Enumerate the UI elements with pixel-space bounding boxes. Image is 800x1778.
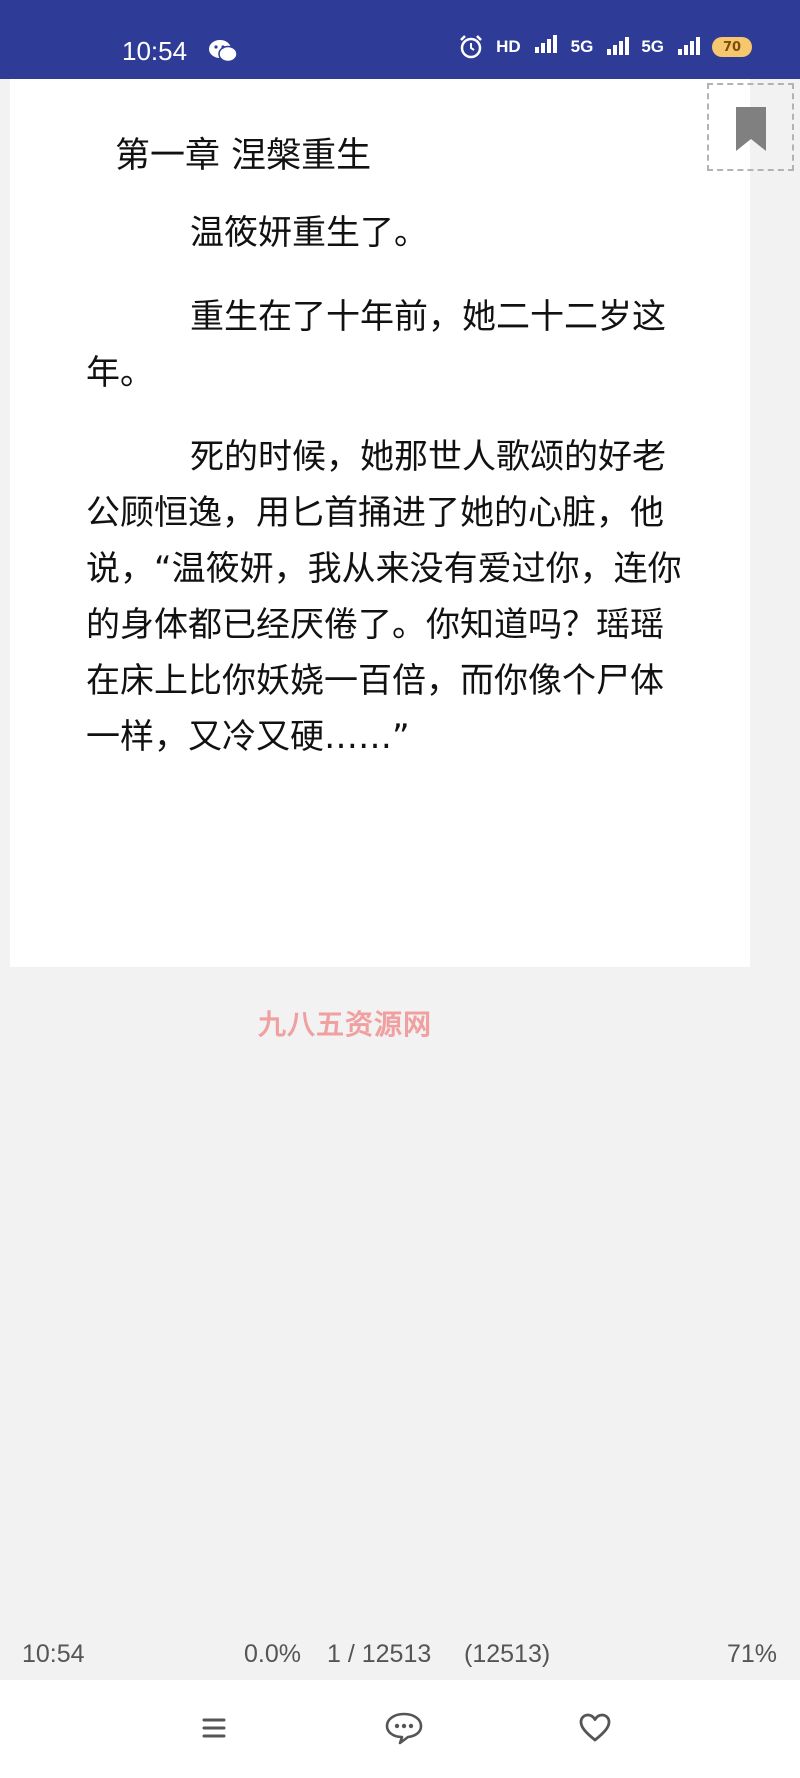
paragraph: 死的时候，她那世人歌颂的好老公顾恒逸，用匕首捅进了她的心脏，他说，“温筱妍，我从… bbox=[86, 437, 682, 757]
page-indicator: 1 / 12513 bbox=[327, 1640, 432, 1668]
wechat-icon bbox=[209, 40, 238, 63]
paragraph: 温筱妍重生了。 bbox=[190, 213, 428, 253]
favorite-button[interactable] bbox=[573, 1706, 617, 1750]
signal-bars-icon-3 bbox=[678, 37, 700, 55]
hd-signal-icon bbox=[533, 34, 559, 60]
menu-icon bbox=[202, 1718, 226, 1738]
bookmark-button[interactable] bbox=[707, 83, 794, 171]
battery-icon: 70 bbox=[712, 37, 752, 57]
total-pages: (12513) bbox=[464, 1640, 551, 1668]
fiveg-signal-icon: 5G bbox=[570, 37, 594, 56]
bookmark-icon bbox=[736, 107, 766, 151]
fiveg-signal-icon-2: 5G bbox=[641, 37, 664, 56]
chapter-content: 温筱妍重生了。 重生在了十年前，她二十二岁这年。 死的时候，她那世人歌颂的好老公… bbox=[86, 205, 684, 793]
chapter-title: 第一章 涅槃重生 bbox=[115, 136, 372, 176]
bottom-navigation bbox=[0, 1680, 800, 1778]
status-icons: HD 5G 5G 70 bbox=[458, 34, 752, 60]
menu-button[interactable] bbox=[192, 1706, 236, 1750]
signal-bars-icon bbox=[534, 34, 557, 53]
heart-icon bbox=[579, 1713, 611, 1742]
hd-wifi-icon: HD bbox=[496, 37, 521, 56]
reader-footer: 10:54 0.0% 1 / 12513 (12513) 71% bbox=[0, 1640, 800, 1674]
paragraph: 重生在了十年前，她二十二岁这年。 bbox=[86, 297, 666, 393]
signal-bars-icon-2 bbox=[607, 37, 630, 55]
status-time: 10:54 bbox=[122, 36, 188, 66]
footer-battery: 71% bbox=[726, 1640, 777, 1668]
footer-time: 10:54 bbox=[22, 1640, 85, 1668]
chat-icon bbox=[385, 1712, 423, 1745]
comment-button[interactable] bbox=[382, 1706, 426, 1750]
alarm-icon bbox=[460, 35, 482, 59]
watermark: 九八五资源网 bbox=[258, 1008, 433, 1041]
status-bar: 10:54 HD 5G 5G 70 bbox=[0, 0, 800, 79]
previous-line-fragment bbox=[118, 76, 338, 84]
reading-progress: 0.0% bbox=[244, 1640, 301, 1668]
